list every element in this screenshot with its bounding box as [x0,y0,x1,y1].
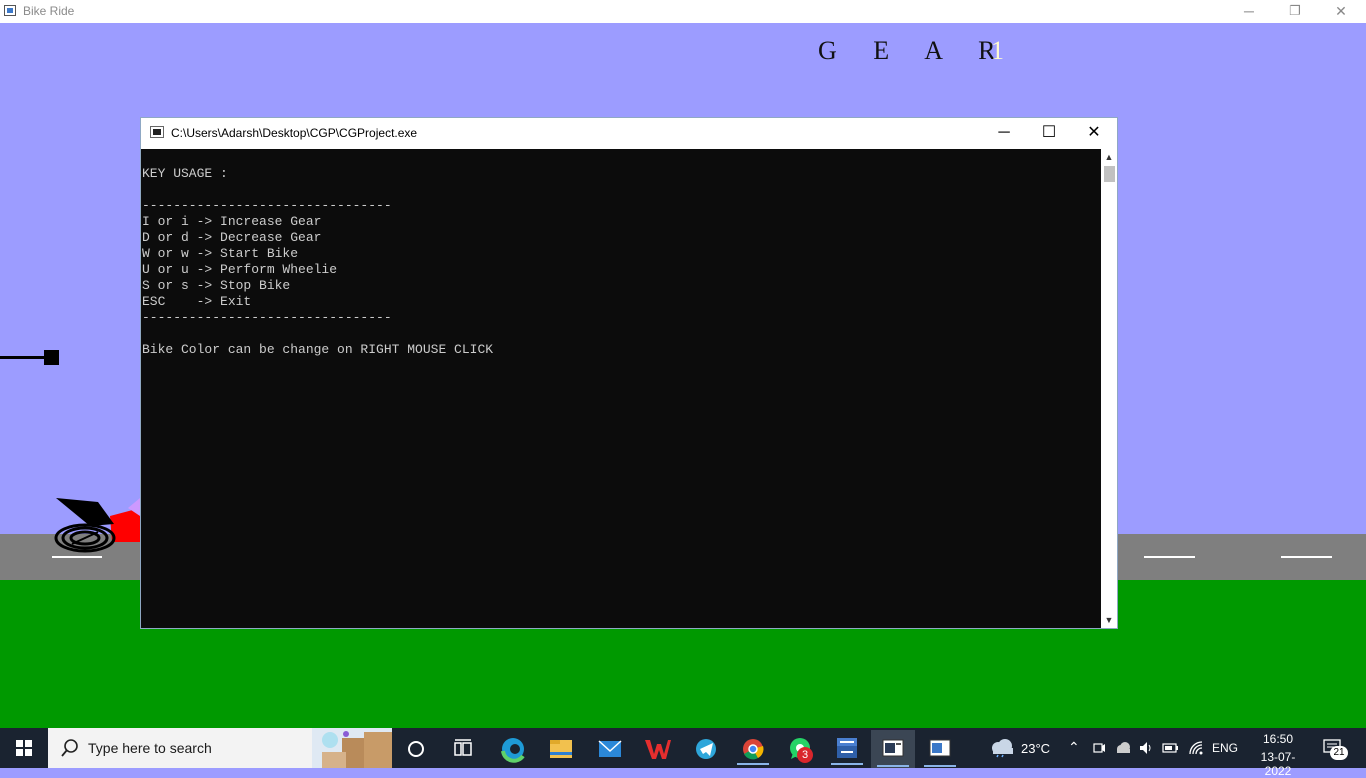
console-line: ESC -> Exit [142,294,252,309]
main-window-titlebar[interactable]: Bike Ride ─ ❐ ✕ [0,0,1366,23]
battery-icon[interactable] [1162,741,1180,755]
glut-app-taskbar-button[interactable] [918,730,962,768]
notification-count-badge: 21 [1330,746,1348,760]
console-title: C:\Users\Adarsh\Desktop\CGP\CGProject.ex… [171,126,418,140]
weather-cloud-icon[interactable] [988,738,1016,758]
file-explorer-icon[interactable] [539,732,583,766]
console-line: KEY USAGE : [142,166,228,181]
active-indicator [877,765,909,767]
console-window-icon [150,126,164,138]
scroll-down-arrow-icon[interactable]: ▼ [1101,613,1117,627]
taskbar: Type here to search 3 23°C ⌃ ENG 16:50 1… [0,728,1366,778]
scroll-up-arrow-icon[interactable]: ▲ [1101,150,1117,164]
mail-icon[interactable] [588,732,632,766]
console-scrollbar[interactable]: ▲ ▼ [1101,149,1117,628]
console-app-taskbar-button[interactable] [871,730,915,768]
scroll-thumb[interactable] [1104,166,1115,182]
lane-marking [52,556,102,558]
onedrive-icon[interactable] [1114,740,1132,756]
start-button[interactable] [0,728,48,768]
clock-date[interactable]: 13-07-2022 [1248,750,1308,778]
console-line: U or u -> Perform Wheelie [142,262,338,277]
search-highlight-image [312,728,392,768]
console-window[interactable]: C:\Users\Adarsh\Desktop\CGP\CGProject.ex… [140,117,1118,629]
task-view-icon[interactable] [441,732,485,766]
console-line: -------------------------------- [142,310,392,325]
console-line: I or i -> Increase Gear [142,214,322,229]
notification-center-button[interactable]: 21 [1320,736,1350,762]
search-placeholder: Type here to search [88,740,212,756]
console-close-button[interactable]: ✕ [1071,118,1117,149]
main-window-title: Bike Ride [23,4,75,18]
chrome-icon[interactable] [731,732,775,766]
taskbar-search[interactable]: Type here to search [48,728,392,768]
meet-now-icon[interactable] [1092,741,1106,755]
language-indicator[interactable]: ENG [1212,741,1238,755]
console-line: S or s -> Stop Bike [142,278,291,293]
gear-value: 1 [991,36,1004,65]
running-indicator [924,765,956,767]
search-icon [61,739,78,757]
console-output[interactable]: KEY USAGE : ----------------------------… [142,166,1100,626]
wps-office-icon[interactable] [635,732,679,766]
speaker-icon[interactable] [1138,740,1154,756]
cortana-icon[interactable] [394,732,438,766]
minimize-button[interactable]: ─ [1226,0,1272,23]
app-window-icon [4,5,16,16]
console-line: D or d -> Decrease Gear [142,230,322,245]
dev-cpp-icon[interactable] [825,732,869,766]
console-titlebar[interactable]: C:\Users\Adarsh\Desktop\CGP\CGProject.ex… [141,118,1117,149]
bike-icon [54,498,140,553]
telegram-icon[interactable] [684,732,728,766]
handlebar-shape [0,350,59,365]
whatsapp-icon[interactable]: 3 [778,732,822,766]
edge-icon[interactable] [491,732,535,766]
glut-app-icon [929,739,951,757]
lane-marking [1144,556,1195,558]
weather-temperature[interactable]: 23°C [1021,741,1050,756]
clock-time[interactable]: 16:50 [1250,732,1306,746]
notification-badge: 3 [797,747,813,763]
console-app-icon [882,739,904,757]
console-line: Bike Color can be change on RIGHT MOUSE … [142,342,494,357]
console-line: W or w -> Start Bike [142,246,299,261]
close-button[interactable]: ✕ [1318,0,1364,23]
restore-button[interactable]: ❐ [1272,0,1318,23]
wifi-icon[interactable] [1188,740,1204,756]
console-maximize-button[interactable]: ☐ [1026,118,1072,149]
chevron-up-icon[interactable]: ⌃ [1068,739,1080,756]
gear-label: G E A R [818,36,1011,65]
lane-marking [1281,556,1332,558]
console-minimize-button[interactable]: ─ [981,118,1027,149]
console-line: -------------------------------- [142,198,392,213]
